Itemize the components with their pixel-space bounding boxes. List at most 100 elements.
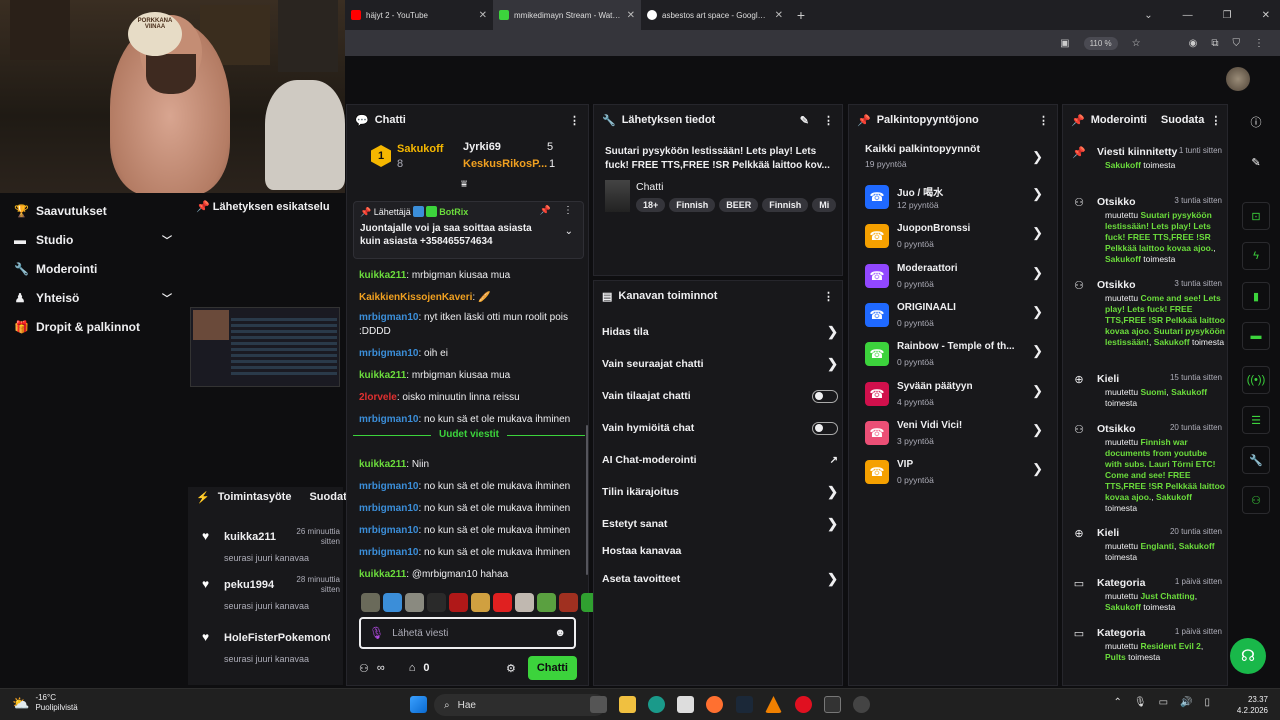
channel-action-row[interactable]: Vain hymiöitä chat	[602, 414, 838, 442]
store-icon[interactable]	[677, 696, 694, 713]
volume-icon[interactable]: 🔊	[1180, 697, 1192, 708]
tab-list-icon[interactable]: ⌄	[1144, 10, 1152, 21]
steam-icon[interactable]	[736, 696, 753, 713]
more-options-icon[interactable]: ⋮	[823, 290, 834, 303]
toggle-switch[interactable]	[812, 389, 838, 403]
microphone-icon[interactable]: 🎙	[369, 626, 384, 640]
vlc-icon[interactable]	[765, 696, 782, 713]
clock[interactable]: 23.37 4.2.2026	[1237, 694, 1268, 716]
filter-button[interactable]: Suodata	[1161, 114, 1204, 126]
emote[interactable]	[471, 593, 490, 612]
emote[interactable]	[493, 593, 512, 612]
info-icon[interactable]: ⓘ	[1242, 108, 1270, 136]
microphone-icon[interactable]: 🎙	[1134, 697, 1147, 708]
tag[interactable]: Mi	[812, 198, 837, 212]
firefox-icon[interactable]	[706, 696, 723, 713]
sidebar-item-studio[interactable]: ▬ Studio ﹀	[0, 225, 188, 254]
document-icon[interactable]: ▮	[1242, 282, 1270, 310]
battery-icon[interactable]: ▯	[1204, 697, 1210, 708]
store-icon[interactable]: ⌂	[409, 662, 416, 674]
emote[interactable]	[449, 593, 468, 612]
chat-username[interactable]: mrbigman10	[359, 503, 418, 514]
emote[interactable]	[537, 593, 556, 612]
list-icon[interactable]: ☰	[1242, 406, 1270, 434]
browser-tab[interactable]: häjyt 2 - YouTube ✕	[345, 0, 493, 30]
stream-preview-video[interactable]	[190, 307, 340, 387]
network-icon[interactable]: ▭	[1159, 697, 1168, 708]
windows-start-icon[interactable]	[410, 696, 427, 713]
edit-icon[interactable]: ✎	[800, 114, 809, 127]
reward-row[interactable]: ☎ Juo / 喝水 12 pyyntöä ❯	[865, 181, 1053, 217]
maximize-button[interactable]: ❐	[1223, 10, 1232, 21]
reward-row[interactable]: ☎ VIP 0 pyyntöä ❯	[865, 456, 1053, 492]
close-icon[interactable]: ✕	[775, 10, 783, 21]
more-options-icon[interactable]: ⋮	[823, 114, 834, 127]
emote[interactable]	[383, 593, 402, 612]
pin-icon[interactable]: 📌	[196, 201, 210, 213]
channel-action-row[interactable]: Aseta tavoitteet ❯	[602, 565, 838, 593]
obs-icon[interactable]	[853, 696, 870, 713]
scrollbar[interactable]	[586, 425, 588, 575]
more-options-icon[interactable]: ⋮	[563, 205, 573, 216]
sidebar-item-achievements[interactable]: 🏆 Saavutukset	[0, 196, 188, 225]
screenshot-icon[interactable]: ▣	[1060, 38, 1069, 49]
chat-username[interactable]: mrbigman10	[359, 481, 418, 492]
sidebar-item-drops[interactable]: 🎁 Dropit & palkinnot	[0, 312, 188, 341]
close-icon[interactable]: ✕	[627, 10, 635, 21]
more-options-icon[interactable]: ⋮	[1038, 114, 1049, 127]
chat-username[interactable]: 2lorvele	[359, 392, 397, 403]
channel-action-row[interactable]: AI Chat-moderointi ↗	[602, 446, 838, 474]
close-window-button[interactable]: ✕	[1262, 10, 1270, 21]
minimize-button[interactable]: —	[1183, 10, 1193, 21]
reward-row[interactable]: ☎ Syvään päätyyn 4 pyyntöä ❯	[865, 378, 1053, 414]
zoom-level[interactable]: 110 %	[1083, 36, 1118, 50]
collapse-icon[interactable]: ⩸	[461, 179, 467, 190]
tag[interactable]: Finnish	[762, 198, 809, 212]
camera-icon[interactable]: ⊡	[1242, 202, 1270, 230]
profile-icon[interactable]: ◉	[1189, 38, 1198, 49]
terminal-icon[interactable]	[824, 696, 841, 713]
edit-icon[interactable]: ✎	[1242, 148, 1270, 176]
more-options-icon[interactable]: ⋮	[1210, 114, 1221, 127]
category-name[interactable]: Chatti	[636, 181, 663, 193]
taskbar-search[interactable]: ⌕ Hae	[434, 694, 606, 716]
chevron-up-icon[interactable]: ⌃	[1113, 697, 1121, 708]
channel-action-row[interactable]: Vain seuraajat chatti ❯	[602, 350, 838, 378]
browser-tab[interactable]: asbestos art space - Google-ha ✕	[641, 0, 789, 30]
emote[interactable]	[559, 593, 578, 612]
sidebar-item-community[interactable]: ♟ Yhteisö ﹀	[0, 283, 188, 312]
send-button[interactable]: Chatti	[527, 656, 577, 680]
community-icon[interactable]: ⚇	[359, 662, 369, 675]
more-options-icon[interactable]: ⋮	[569, 114, 580, 127]
chat-username[interactable]: KaikkienKissojenKaveri	[359, 292, 472, 303]
weather-widget[interactable]: ⛅ -16°C Puolipilvistä	[12, 693, 78, 713]
support-button[interactable]: ☊	[1230, 638, 1266, 674]
bolt-icon[interactable]: ϟ	[1242, 242, 1270, 270]
avatar[interactable]	[1226, 67, 1250, 91]
channel-action-row[interactable]: Hostaa kanavaa	[602, 537, 838, 565]
chat-username[interactable]: kuikka211	[359, 370, 406, 381]
emote[interactable]	[361, 593, 380, 612]
reward-row[interactable]: ☎ ORIGINAALI 0 pyyntöä ❯	[865, 299, 1053, 335]
infinity-icon[interactable]: ∞	[377, 662, 385, 674]
chat-username[interactable]: kuikka211	[359, 270, 406, 281]
chat-input[interactable]: 🎙 Lähetä viesti ☻	[359, 617, 576, 649]
chat-icon[interactable]: ▬	[1242, 322, 1270, 350]
tag[interactable]: Finnish	[669, 198, 716, 212]
chevron-down-icon[interactable]: ⌄	[565, 226, 573, 237]
community-icon[interactable]: ⚇	[1242, 486, 1270, 514]
chat-username[interactable]: mrbigman10	[359, 547, 418, 558]
close-icon[interactable]: ✕	[479, 10, 487, 21]
wrench-icon[interactable]: 🔧	[1242, 446, 1270, 474]
emote[interactable]	[515, 593, 534, 612]
file-explorer-icon[interactable]	[619, 696, 636, 713]
task-view-icon[interactable]	[590, 696, 607, 713]
reward-row[interactable]: ☎ Rainbow - Temple of th... 0 pyyntöä ❯	[865, 338, 1053, 374]
tag[interactable]: 18+	[636, 198, 666, 212]
shield-icon[interactable]: ⛉	[1233, 38, 1241, 49]
bookmark-star-icon[interactable]: ☆	[1132, 38, 1141, 49]
sidebar-item-moderation[interactable]: 🔧 Moderointi	[0, 254, 188, 283]
chat-username[interactable]: mrbigman10	[359, 414, 418, 425]
reward-row[interactable]: ☎ JuoponBronssi 0 pyyntöä ❯	[865, 220, 1053, 256]
emoji-icon[interactable]: ☻	[554, 627, 566, 639]
